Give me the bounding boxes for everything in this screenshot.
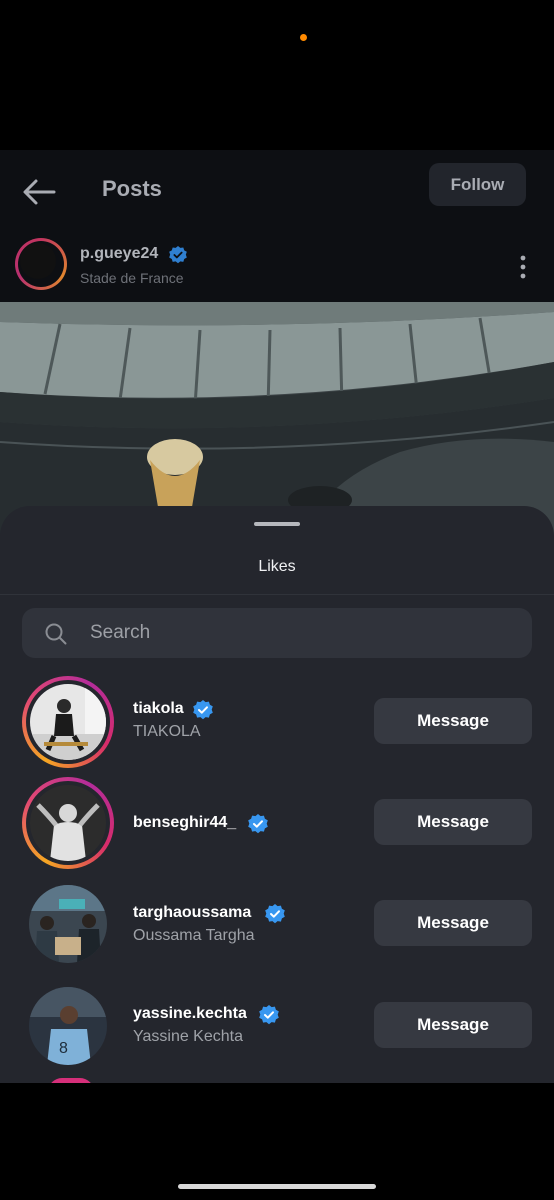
- sheet-title: Likes: [258, 558, 296, 575]
- story-ring[interactable]: [22, 676, 114, 768]
- username[interactable]: benseghir44_: [133, 814, 236, 832]
- post-author-row: p.gueye24 Stade de France: [0, 232, 554, 302]
- likes-sheet: Likes tiakola: [0, 506, 554, 1083]
- verified-icon: [259, 1005, 279, 1025]
- home-indicator[interactable]: [178, 1184, 376, 1189]
- more-vertical-icon[interactable]: [512, 254, 534, 280]
- page-title: Posts: [102, 176, 162, 201]
- list-item[interactable]: 8 yassine.kechta Yassine Kechta Message: [0, 980, 554, 1080]
- full-name: Yassine Kechta: [133, 1028, 243, 1045]
- divider: [0, 594, 554, 595]
- username[interactable]: tiakola: [133, 700, 184, 718]
- avatar: [30, 684, 106, 760]
- back-arrow-icon[interactable]: [20, 172, 60, 212]
- follow-button[interactable]: Follow: [429, 163, 526, 206]
- camera-indicator-dot: [300, 34, 307, 41]
- post-location[interactable]: Stade de France: [80, 270, 184, 286]
- search-icon: [45, 623, 67, 645]
- posts-header: Posts Follow: [0, 150, 554, 232]
- svg-text:8: 8: [59, 1040, 68, 1057]
- search-bar[interactable]: [22, 608, 532, 658]
- drag-handle[interactable]: [254, 522, 300, 526]
- message-button[interactable]: Message: [374, 1002, 532, 1048]
- username[interactable]: yassine.kechta: [133, 1005, 247, 1023]
- avatar[interactable]: 8: [29, 987, 107, 1065]
- verified-icon: [265, 904, 285, 924]
- search-input[interactable]: [90, 608, 510, 658]
- verified-icon: [248, 814, 268, 834]
- list-item[interactable]: tiakola TIAKOLA Message: [0, 676, 554, 776]
- full-name: TIAKOLA: [133, 723, 201, 740]
- full-name: Oussama Targha: [133, 927, 255, 944]
- message-button[interactable]: Message: [374, 900, 532, 946]
- author-username[interactable]: p.gueye24: [80, 245, 158, 263]
- list-item[interactable]: benseghir44_ Message: [0, 777, 554, 877]
- message-button[interactable]: Message: [374, 698, 532, 744]
- status-bar: [0, 0, 554, 150]
- author-avatar[interactable]: [15, 238, 67, 290]
- verified-icon: [193, 700, 213, 720]
- username[interactable]: targhaoussama: [133, 904, 251, 922]
- verified-icon: [169, 246, 187, 264]
- list-item[interactable]: targhaoussama Oussama Targha Message: [0, 878, 554, 978]
- avatar[interactable]: [29, 885, 107, 963]
- avatar: [30, 785, 106, 861]
- story-ring[interactable]: [22, 777, 114, 869]
- system-nav-bar: [0, 1083, 554, 1200]
- message-button[interactable]: Message: [374, 799, 532, 845]
